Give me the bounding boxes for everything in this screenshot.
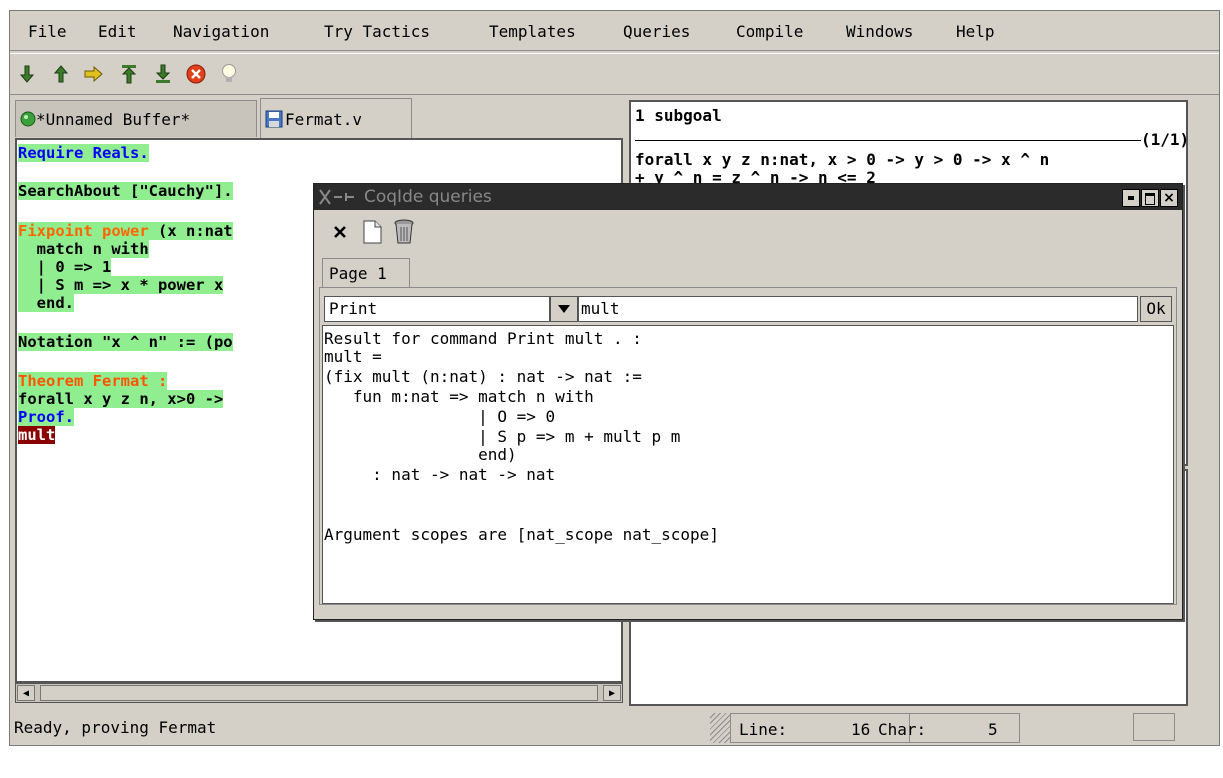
new-page-icon[interactable] <box>360 217 384 247</box>
maximize-icon[interactable] <box>1141 189 1159 207</box>
start-icon[interactable] <box>118 63 140 85</box>
goal-index: (1/1) <box>1141 130 1190 149</box>
menu-templates[interactable]: Templates <box>489 22 576 41</box>
ok-button[interactable]: Ok <box>1140 296 1172 322</box>
tab-label: Fermat.v <box>285 109 363 129</box>
editor-line: match n with <box>18 240 149 258</box>
minimize-icon[interactable] <box>1122 189 1140 207</box>
menu-file[interactable]: File <box>28 22 67 41</box>
status-button[interactable] <box>1133 713 1175 741</box>
queries-title: CoqIde queries <box>364 187 492 207</box>
result-line: end) <box>324 445 517 464</box>
editor-line: SearchAbout ["Cauchy"]. <box>18 182 233 200</box>
menu-compile[interactable]: Compile <box>736 22 803 41</box>
menu-queries[interactable]: Queries <box>623 22 690 41</box>
result-line: : nat -> nat -> nat <box>324 465 556 484</box>
result-line: Result for command Print mult . : <box>324 329 642 348</box>
statusbar: Ready, proving Fermat Line: 16 Char: 5 <box>10 711 1219 745</box>
menu-try-tactics[interactable]: Try Tactics <box>324 22 430 41</box>
editor-line: Notation "x ^ n" := (po <box>18 333 233 351</box>
argument-input[interactable]: mult <box>578 296 1138 322</box>
result-line: | O => 0 <box>324 407 556 426</box>
resize-grip[interactable] <box>710 713 730 743</box>
query-result: Result for command Print mult . : mult =… <box>322 325 1174 604</box>
forward-icon[interactable] <box>16 63 38 85</box>
tab-unnamed-buffer[interactable]: *Unnamed Buffer* <box>15 100 257 137</box>
menu-edit[interactable]: Edit <box>98 22 137 41</box>
subgoal-count: 1 subgoal <box>635 106 722 125</box>
result-line: Argument scopes are [nat_scope nat_scope… <box>324 525 719 544</box>
tab-label: *Unnamed Buffer* <box>36 109 191 129</box>
char-indicator: 5 <box>910 713 1020 743</box>
status-ball-icon <box>20 111 36 127</box>
result-line: | S p => m + mult p m <box>324 427 681 446</box>
chevron-down-icon[interactable] <box>550 296 578 322</box>
scroll-right-icon[interactable]: ▶ <box>603 685 621 701</box>
editor-line: forall x y z n, x>0 -> <box>18 390 224 408</box>
goto-icon[interactable] <box>83 63 105 85</box>
goal-statement: forall x y z n:nat, x > 0 -> y > 0 -> x … <box>635 150 1050 169</box>
save-disk-icon <box>265 110 283 128</box>
editor-line-selected: mult <box>18 426 56 444</box>
queries-titlebar[interactable]: CoqIde queries × <box>314 184 1182 210</box>
result-line: mult = <box>324 347 382 366</box>
editor-line: | S m => x * power x <box>18 276 224 294</box>
menu-help[interactable]: Help <box>956 22 995 41</box>
status-message: Ready, proving Fermat <box>14 718 217 737</box>
queries-window: CoqIde queries × Page 1 Print mult Ok Re… <box>313 183 1183 620</box>
editor-line: Theorem Fermat : <box>18 372 168 390</box>
trash-icon[interactable] <box>392 217 416 247</box>
tab-page-1[interactable]: Page 1 <box>322 258 410 288</box>
horizontal-scrollbar[interactable]: ◀ ▶ <box>15 683 623 703</box>
tab-fermat-v[interactable]: Fermat.v <box>260 98 412 139</box>
x-logo-icon <box>319 189 354 205</box>
result-line: (fix mult (n:nat) : nat -> nat := <box>324 367 642 386</box>
command-select[interactable]: Print <box>324 296 550 322</box>
editor-line: end. <box>18 294 74 312</box>
backward-icon[interactable] <box>50 63 72 85</box>
close-icon[interactable]: × <box>1160 189 1178 207</box>
hint-icon[interactable] <box>218 63 240 85</box>
end-icon[interactable] <box>152 63 174 85</box>
menu-navigation[interactable]: Navigation <box>173 22 269 41</box>
editor-line: Proof. <box>18 408 74 426</box>
result-line: fun m:nat => match n with <box>324 387 594 406</box>
line-indicator: Line: 16 Char: <box>730 713 926 743</box>
close-page-icon[interactable] <box>328 217 352 247</box>
scroll-left-icon[interactable]: ◀ <box>17 685 35 701</box>
goal-separator <box>635 140 1141 141</box>
menu-windows[interactable]: Windows <box>846 22 913 41</box>
menubar: File Edit Navigation Try Tactics Templat… <box>10 11 1219 51</box>
scrollbar-thumb[interactable] <box>40 685 598 701</box>
interrupt-icon[interactable] <box>185 63 207 85</box>
editor-line: Fixpoint power (x n:nat <box>18 222 233 240</box>
toolbar <box>10 53 1219 95</box>
editor-line: Require Reals. <box>18 144 149 162</box>
editor-line: | 0 => 1 <box>18 258 112 276</box>
